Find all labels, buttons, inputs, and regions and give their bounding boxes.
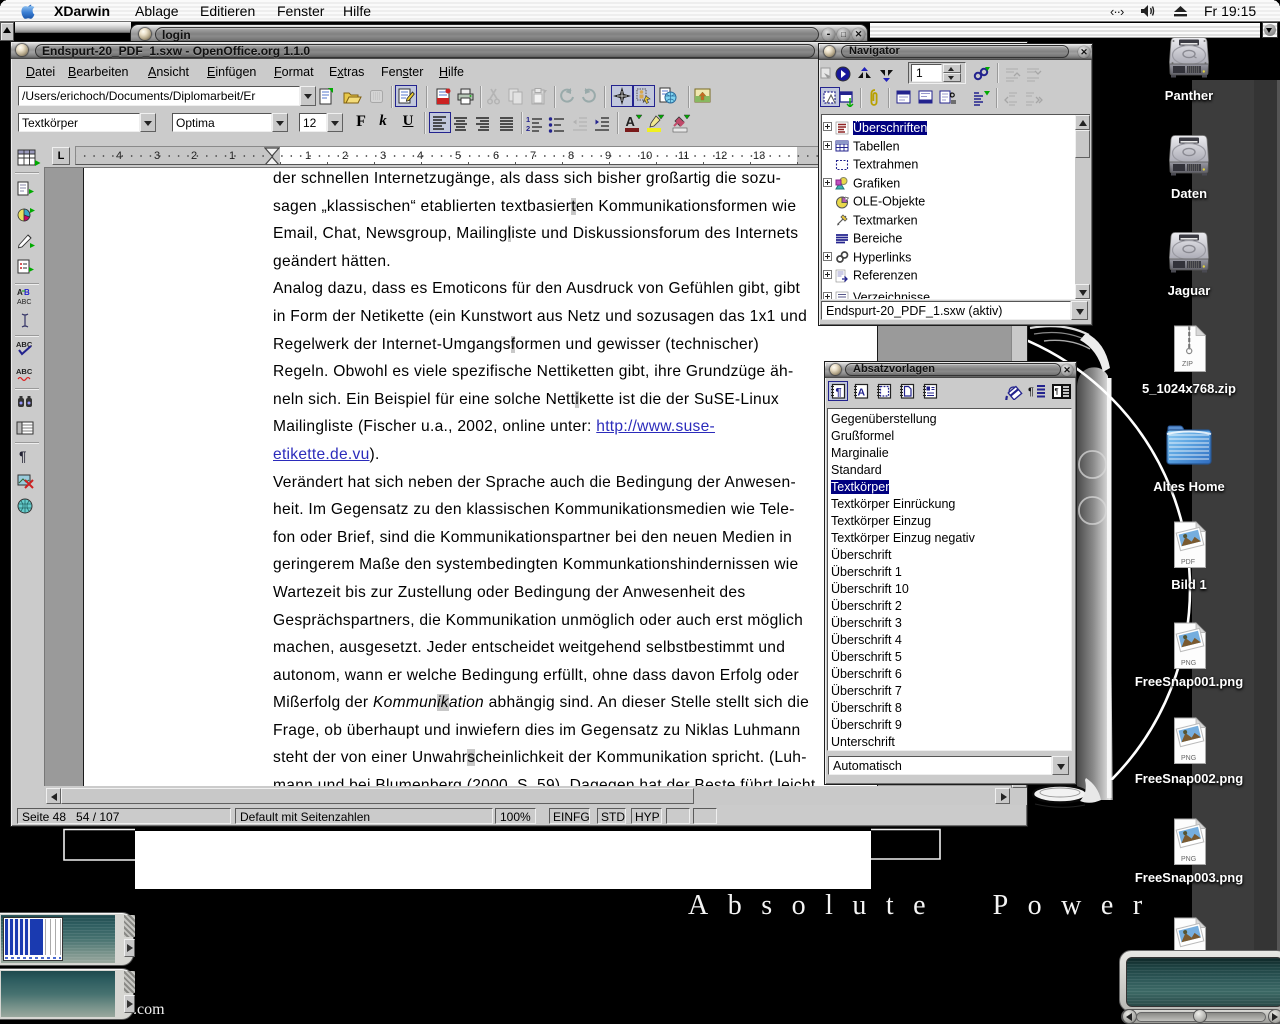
- svg-text:2: 2: [526, 124, 530, 133]
- svg-text:ZIP: ZIP: [1182, 361, 1193, 368]
- svg-text:B: B: [24, 288, 30, 297]
- svg-text:A: A: [626, 114, 636, 129]
- svg-text:1: 1: [526, 115, 530, 124]
- svg-text:PNG: PNG: [1181, 755, 1196, 762]
- svg-text:¶: ¶: [1028, 386, 1034, 398]
- svg-text:A: A: [17, 288, 23, 297]
- svg-text:PDF: PDF: [1181, 559, 1195, 566]
- svg-text:A: A: [858, 387, 866, 399]
- svg-text:PNG: PNG: [1181, 660, 1196, 667]
- svg-text:ABC: ABC: [17, 299, 31, 306]
- svg-text:¶: ¶: [1055, 387, 1059, 396]
- svg-text:¶: ¶: [19, 448, 27, 464]
- svg-text:PNG: PNG: [1181, 856, 1196, 863]
- svg-text:ABC: ABC: [16, 367, 33, 376]
- svg-text:¶: ¶: [836, 387, 842, 399]
